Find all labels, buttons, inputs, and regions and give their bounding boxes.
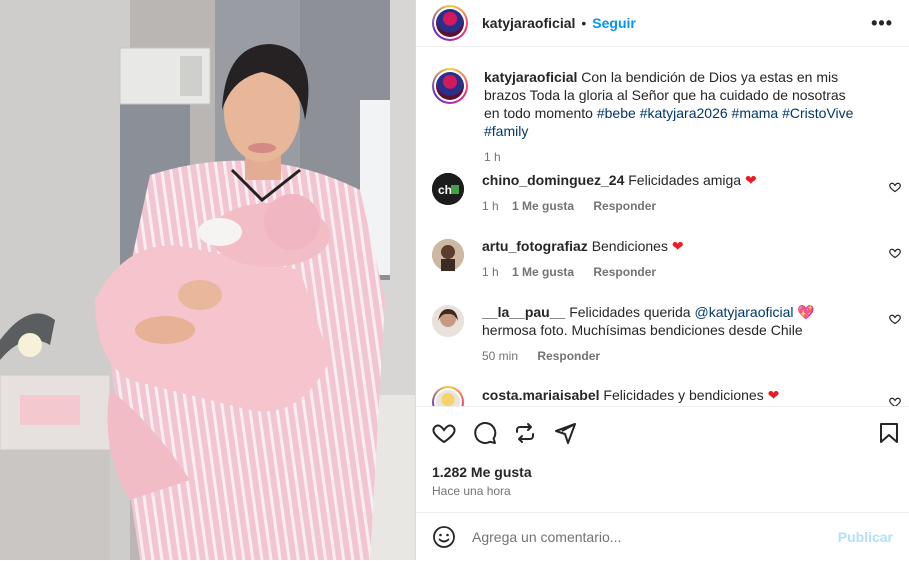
post-header: katyjaraoficial • Seguir ••• — [416, 0, 909, 47]
svg-text:ch: ch — [438, 183, 452, 197]
post-photo[interactable] — [0, 0, 415, 560]
comment-text: artu_fotografiaz Bendiciones ❤ 1 h 1 Me … — [482, 237, 862, 281]
comment-time: 1 h — [482, 265, 499, 279]
commenter-avatar[interactable] — [432, 239, 464, 271]
comment-item: __la__pau__ Felicidades querida @katyjar… — [416, 303, 909, 365]
reply-button[interactable]: Responder — [537, 349, 600, 363]
comment-meta: 1 h 1 Me gusta Responder — [482, 197, 862, 215]
like-comment-icon[interactable] — [889, 247, 901, 259]
publish-button[interactable]: Publicar — [838, 529, 893, 545]
comment-input[interactable]: Agrega un comentario... — [472, 529, 838, 545]
hashtag[interactable]: #CristoVive — [782, 105, 853, 121]
commenter-avatar[interactable]: ch — [432, 173, 464, 205]
comment-item: artu_fotografiaz Bendiciones ❤ 1 h 1 Me … — [416, 237, 909, 281]
comment-item: costa.mariaisabel Felicidades y bendicio… — [416, 386, 909, 406]
comment-body: Bendiciones — [591, 238, 668, 254]
like-comment-icon[interactable] — [889, 181, 901, 193]
follow-button[interactable]: Seguir — [592, 15, 636, 31]
hashtag[interactable]: #mama — [732, 105, 779, 121]
add-comment-bar: Agrega un comentario... Publicar — [416, 512, 909, 561]
emoji-icon[interactable] — [432, 525, 456, 549]
heart-emoji: 💖 — [797, 304, 815, 320]
like-icon[interactable] — [432, 421, 456, 445]
post-panel: katyjaraoficial • Seguir ••• katyjaraofi… — [415, 0, 909, 560]
action-bar — [416, 406, 909, 461]
comment-likes[interactable]: 1 Me gusta — [512, 199, 574, 213]
heart-emoji: ❤ — [767, 387, 780, 403]
heart-emoji: ❤ — [671, 238, 684, 254]
comment-text: costa.mariaisabel Felicidades y bendicio… — [482, 386, 862, 406]
author-username[interactable]: katyjaraoficial — [482, 15, 575, 31]
comment-likes[interactable]: 1 Me gusta — [512, 265, 574, 279]
comment-meta: 50 min Responder — [482, 347, 862, 365]
comment-username[interactable]: __la__pau__ — [482, 304, 565, 320]
hashtag[interactable]: #bebe — [597, 105, 636, 121]
author-avatar[interactable] — [432, 5, 468, 41]
caption: katyjaraoficial Con la bendición de Dios… — [416, 68, 909, 166]
comment-meta: 1 h 1 Me gusta Responder — [482, 263, 862, 281]
comment-body: Felicidades y bendiciones — [603, 387, 764, 403]
heart-emoji: ❤ — [744, 172, 757, 188]
comment-username[interactable]: costa.mariaisabel — [482, 387, 600, 403]
comment-text: __la__pau__ Felicidades querida @katyjar… — [482, 303, 862, 365]
hashtag[interactable]: #family — [484, 123, 528, 139]
caption-time: 1 h — [484, 150, 501, 164]
post-time[interactable]: Hace una hora — [432, 484, 511, 498]
comment-username[interactable]: chino_dominguez_24 — [482, 172, 624, 188]
comment-item: ch chino_dominguez_24 Felicidades amiga … — [416, 171, 909, 215]
comment-time: 50 min — [482, 349, 519, 363]
like-comment-icon[interactable] — [889, 396, 901, 406]
like-comment-icon[interactable] — [889, 313, 901, 325]
comment-username[interactable]: artu_fotografiaz — [482, 238, 588, 254]
comment-time: 1 h — [482, 199, 499, 213]
commenter-avatar[interactable] — [432, 386, 464, 406]
hashtag[interactable]: #katyjara2026 — [640, 105, 728, 121]
separator-dot: • — [581, 15, 587, 31]
comment-body-continued: hermosa foto. Muchísimas bendiciones des… — [482, 322, 803, 338]
comment-body: Felicidades querida — [569, 304, 691, 320]
comment-text: chino_dominguez_24 Felicidades amiga ❤ 1… — [482, 171, 862, 215]
likes-count[interactable]: 1.282 Me gusta — [432, 464, 532, 480]
caption-username[interactable]: katyjaraoficial — [484, 69, 577, 85]
comment-body: Felicidades amiga — [628, 172, 742, 188]
save-icon[interactable] — [877, 421, 901, 445]
repost-icon[interactable] — [513, 421, 537, 445]
more-options-icon[interactable]: ••• — [871, 13, 893, 34]
caption-avatar[interactable] — [432, 68, 468, 104]
reply-button[interactable]: Responder — [593, 199, 656, 213]
caption-text: katyjaraoficial Con la bendición de Dios… — [484, 68, 864, 166]
post-image — [0, 0, 415, 560]
commenter-avatar[interactable] — [432, 305, 464, 337]
comments-list[interactable]: katyjaraoficial Con la bendición de Dios… — [416, 56, 909, 406]
share-icon[interactable] — [553, 421, 577, 445]
mention-link[interactable]: @katyjaraoficial — [694, 304, 793, 320]
reply-button[interactable]: Responder — [593, 265, 656, 279]
comment-icon[interactable] — [473, 421, 497, 445]
